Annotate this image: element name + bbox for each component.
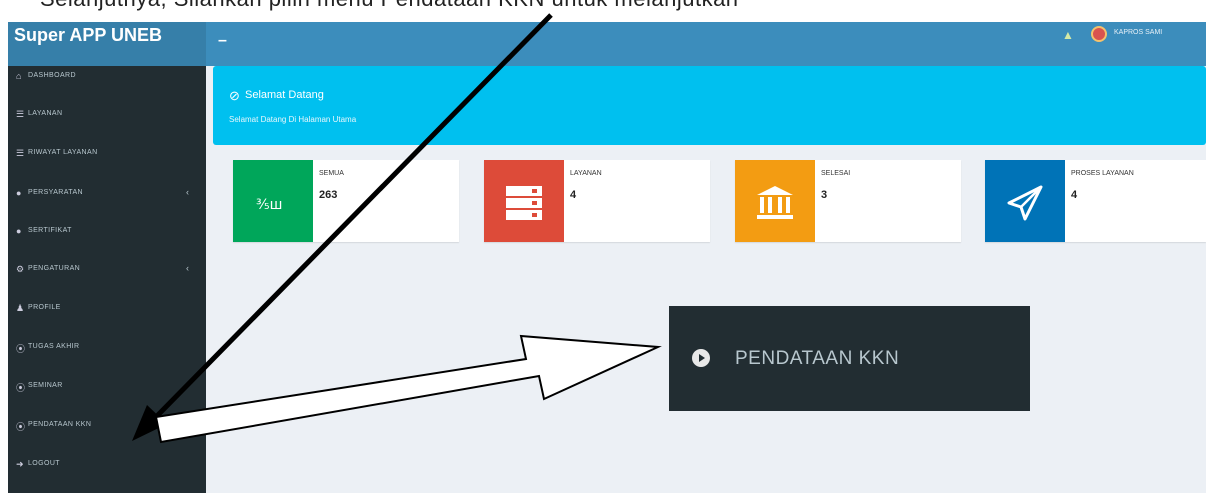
annotation-arrows [132, 13, 662, 444]
block-arrow [154, 334, 662, 444]
